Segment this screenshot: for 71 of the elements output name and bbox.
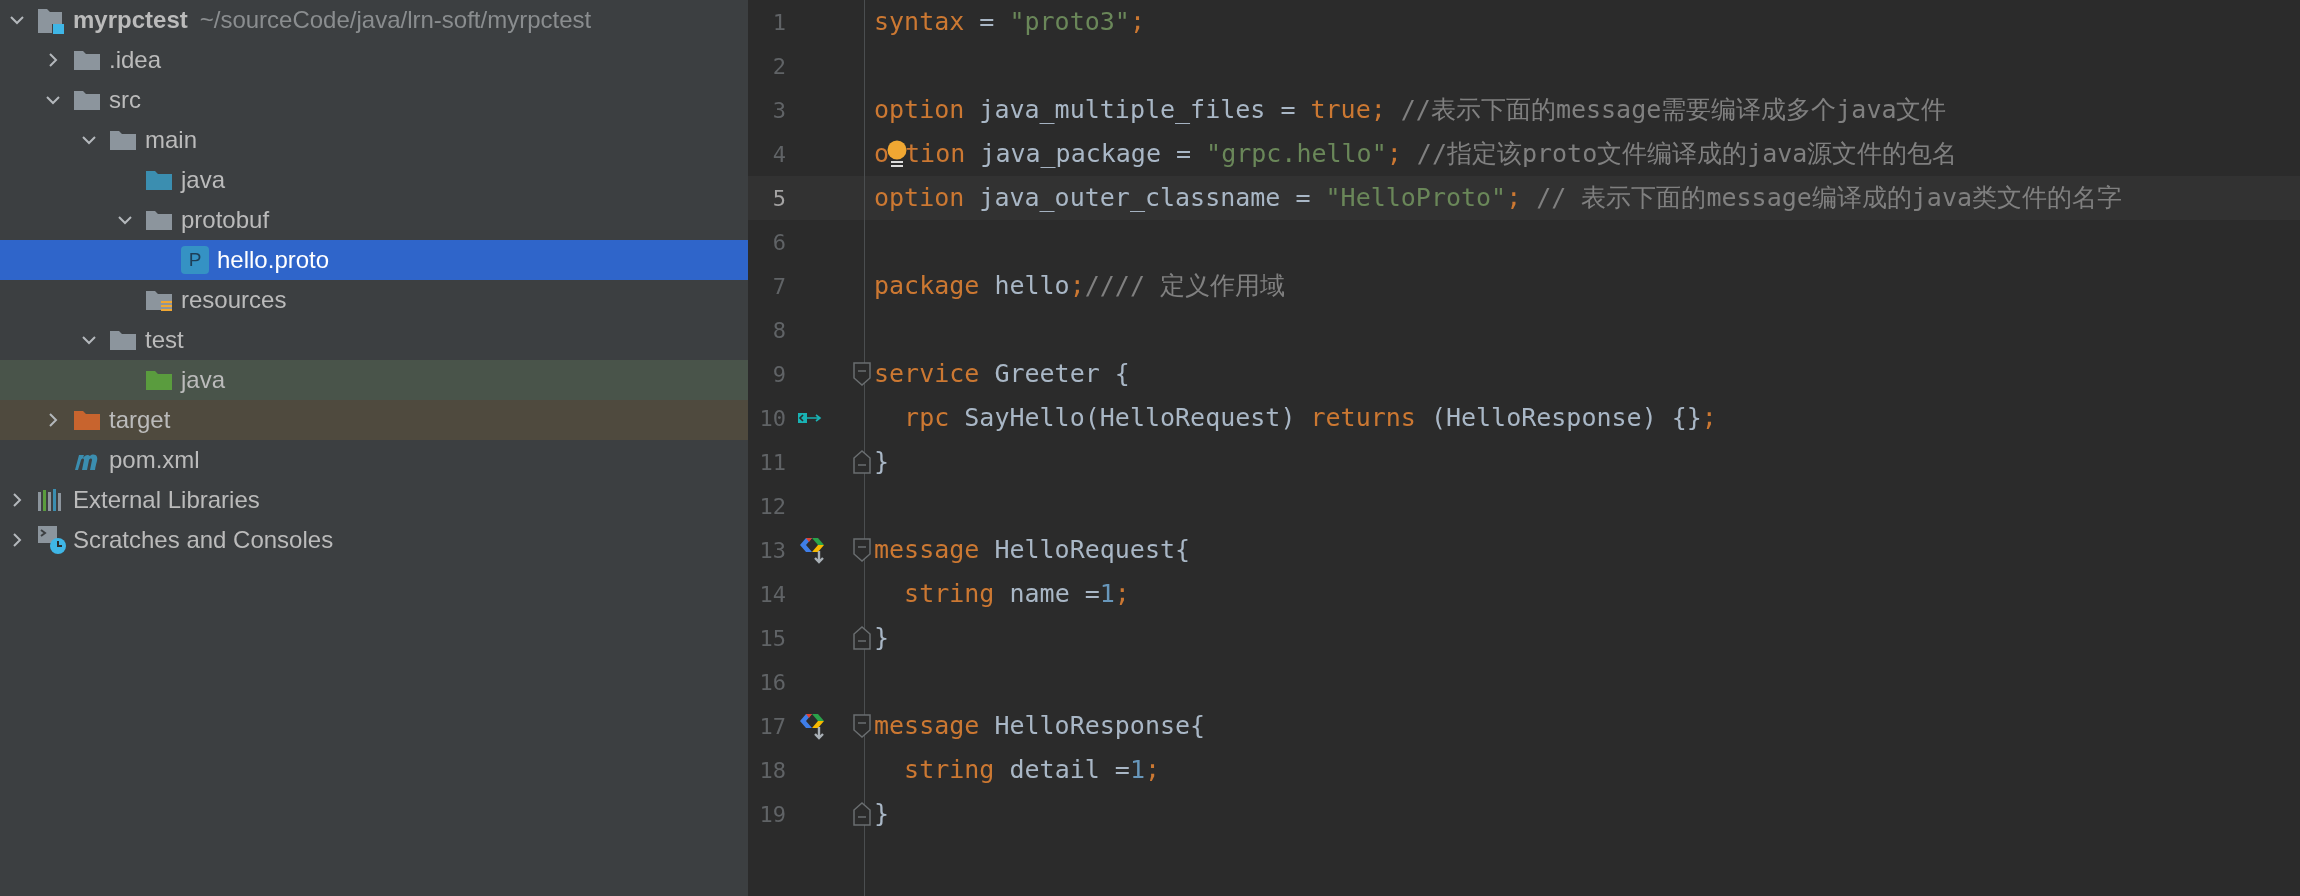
protobuf-gutter-icon[interactable] (798, 535, 826, 565)
line-number: 19 (758, 800, 786, 829)
line-number: 11 (758, 448, 786, 477)
tree-item[interactable]: java (0, 360, 748, 400)
line-number: 8 (771, 316, 786, 345)
tree-item[interactable]: External Libraries (0, 480, 748, 520)
code-line: service Greeter { (874, 358, 1130, 391)
fold-marker-icon[interactable] (853, 802, 871, 826)
line-number: 3 (771, 96, 786, 125)
line-number: 7 (771, 272, 786, 301)
folder-icon (73, 408, 101, 432)
fold-marker-icon[interactable] (853, 450, 871, 474)
resources-folder-icon (145, 288, 173, 312)
folder-icon (145, 208, 173, 232)
line-number: 10 (758, 404, 786, 433)
tree-item[interactable]: .idea (0, 40, 748, 80)
code-line: tion java_package = "grpc.hello"; //指定该proto文件编译成的java源文件的包名 (905, 138, 1958, 171)
tree-item[interactable]: src (0, 80, 748, 120)
code-line: } (874, 798, 890, 831)
line-number: 6 (771, 228, 786, 257)
code-line: package hello;//// 定义作用域 (874, 270, 1285, 303)
folder-icon (73, 48, 101, 72)
fold-marker-icon[interactable] (853, 626, 871, 650)
folder-icon (145, 368, 173, 392)
line-number: 16 (758, 668, 786, 697)
tree-item[interactable]: test (0, 320, 748, 360)
tree-item[interactable]: myrpctest ~/sourceCode/java/lrn-soft/myrpctest (0, 0, 748, 40)
code-line: o (874, 138, 890, 171)
scratches-icon (37, 525, 67, 555)
tree-item[interactable]: main (0, 120, 748, 160)
proto-file-icon: P (181, 246, 209, 274)
project-path: ~/sourceCode/java/lrn-soft/myrpctest (199, 5, 592, 35)
tree-item[interactable]: Scratches and Consoles (0, 520, 748, 560)
fold-marker-icon[interactable] (853, 362, 871, 386)
line-number: 1 (771, 8, 786, 37)
code-line: option java_outer_classname = "HelloProto"; // 表示下面的message编译成的java类文件的名字 (874, 182, 2122, 215)
tree-item[interactable]: P hello.proto (0, 240, 748, 280)
fold-marker-icon[interactable] (853, 714, 871, 738)
tree-item[interactable]: pom.xml (0, 440, 748, 480)
line-number: 4 (771, 140, 786, 169)
line-number: 13 (758, 536, 786, 565)
folder-icon (145, 168, 173, 192)
folder-icon (109, 128, 137, 152)
code-line: option java_multiple_files = true; //表示下面的message需要编译成多个java文件 (874, 94, 1947, 127)
code-line: string detail =1; (903, 754, 1160, 787)
code-line: syntax = "proto3"; (874, 6, 1145, 39)
tree-item[interactable]: target (0, 400, 748, 440)
protobuf-gutter-icon[interactable] (798, 711, 826, 741)
folder-icon (73, 88, 101, 112)
line-number: 15 (758, 624, 786, 653)
line-number: 17 (758, 712, 786, 741)
line-number: 2 (771, 52, 786, 81)
fold-marker-icon[interactable] (853, 538, 871, 562)
line-number: 18 (758, 756, 786, 785)
line-number: 9 (771, 360, 786, 389)
project-folder-icon (37, 6, 65, 34)
code-line: } (874, 446, 890, 479)
tree-item[interactable]: java (0, 160, 748, 200)
implement-arrow-icon[interactable] (798, 412, 822, 424)
line-number: 14 (758, 580, 786, 609)
code-line: rpc SayHello(HelloRequest) returns (HelloResponse) {}; (903, 402, 1717, 435)
code-line: message HelloRequest{ (874, 534, 1191, 567)
line-number: 5 (771, 184, 786, 213)
tree-item[interactable]: resources (0, 280, 748, 320)
tree-item[interactable]: protobuf (0, 200, 748, 240)
code-line: string name =1; (903, 578, 1130, 611)
code-line: } (874, 622, 890, 655)
lightbulb-icon[interactable] (887, 139, 908, 169)
folder-icon (109, 328, 137, 352)
line-number: 12 (758, 492, 786, 521)
code-line: message HelloResponse{ (874, 710, 1206, 743)
